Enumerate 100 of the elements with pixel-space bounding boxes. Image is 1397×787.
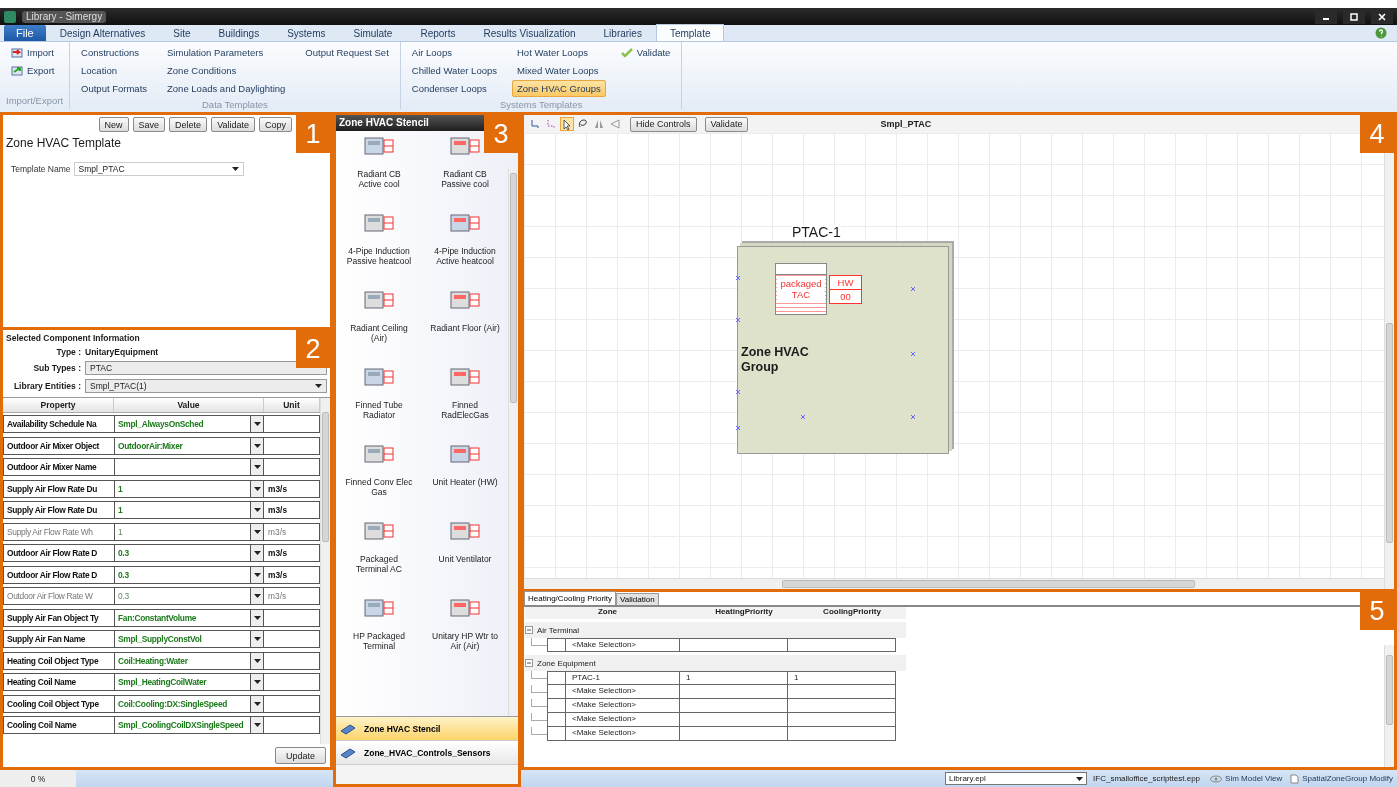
stencil-library-item[interactable]: Zone HVAC Stencil: [336, 717, 518, 741]
sub-types-dropdown[interactable]: PTAC: [85, 361, 327, 375]
value-field[interactable]: [114, 458, 250, 476]
collapse-icon[interactable]: [525, 659, 533, 667]
ribbon-item[interactable]: Import: [6, 44, 60, 61]
stencil-item-label[interactable]: Unitary HP Wtr to Air (Air): [432, 631, 498, 651]
scrollbar-thumb[interactable]: [782, 580, 1195, 588]
value-field[interactable]: Smpl_HeatingCoilWater: [114, 673, 250, 691]
priority-cell[interactable]: [788, 638, 896, 652]
stencil-item-label[interactable]: Unit Ventilator: [438, 554, 492, 564]
ribbon-item[interactable]: Output Request Set: [300, 44, 394, 61]
toolbar-button[interactable]: Delete: [169, 117, 208, 132]
priority-cell[interactable]: [680, 638, 788, 652]
priority-cell[interactable]: 1: [788, 671, 896, 685]
toolbar-button[interactable]: Validate: [704, 116, 749, 132]
help-icon[interactable]: [1375, 27, 1387, 39]
connection-point-icon[interactable]: [735, 425, 741, 431]
toolbar-button[interactable]: New: [98, 117, 129, 132]
stencil-library-item[interactable]: Zone_HVAC_Controls_Sensors: [336, 741, 518, 765]
ribbon-tab[interactable]: Libraries: [589, 24, 656, 41]
zone-cell[interactable]: <Make Selection>: [565, 638, 680, 652]
ribbon-item[interactable]: Simulation Parameters: [162, 44, 291, 61]
priority-cell[interactable]: [680, 713, 788, 727]
dropdown-button[interactable]: [250, 544, 264, 562]
library-entities-dropdown[interactable]: Smpl_PTAC(1): [85, 379, 327, 393]
zone-cell[interactable]: <Make Selection>: [565, 727, 680, 741]
toolbar-button[interactable]: Validate: [211, 117, 255, 132]
dropdown-button[interactable]: [250, 673, 264, 691]
stencil-item-label[interactable]: Radiant CB Passive cool: [441, 169, 489, 189]
ribbon-item[interactable]: Mixed Water Loops: [512, 62, 606, 79]
zone-cell[interactable]: <Make Selection>: [565, 713, 680, 727]
ribbon-tab[interactable]: Systems: [273, 24, 340, 41]
scrollbar[interactable]: [320, 398, 330, 744]
dropdown-button[interactable]: [250, 501, 264, 519]
priority-cell[interactable]: [680, 685, 788, 699]
stencil-item-label[interactable]: Radiant CB Active cool: [357, 169, 401, 189]
panel-tab[interactable]: Heating/Cooling Priority: [524, 591, 617, 605]
value-field[interactable]: Smpl_CoolingCoilDXSingleSpeed: [114, 716, 250, 734]
priority-cell[interactable]: [788, 699, 896, 713]
dropdown-button[interactable]: [250, 458, 264, 476]
connection-point-icon[interactable]: [910, 351, 916, 357]
dropdown-button[interactable]: [250, 630, 264, 648]
ribbon-item[interactable]: Zone Loads and Daylighting: [162, 80, 291, 97]
ribbon-item[interactable]: Condenser Loops: [406, 80, 502, 97]
stencil-item-label[interactable]: Finned Conv Elec Gas: [345, 477, 413, 497]
scrollbar[interactable]: [524, 578, 1384, 589]
close-button[interactable]: [1371, 9, 1393, 24]
value-field[interactable]: Fan:ConstantVolume: [114, 608, 250, 627]
connection-point-icon[interactable]: [735, 317, 741, 323]
toolbar-button[interactable]: Copy: [259, 117, 292, 132]
stencil-item-label[interactable]: Unit Heater (HW): [432, 477, 498, 487]
priority-cell[interactable]: [680, 699, 788, 713]
zone-cell[interactable]: <Make Selection>: [565, 699, 680, 713]
dropdown-button[interactable]: [250, 608, 264, 627]
stencil-item-label[interactable]: Finned RadElecGas: [441, 400, 489, 420]
dropdown-button[interactable]: [250, 694, 264, 713]
value-field[interactable]: 0.3: [114, 544, 250, 562]
connection-point-icon[interactable]: [910, 414, 916, 420]
connection-point-icon[interactable]: [735, 275, 741, 281]
value-field[interactable]: Coil:Heating:Water: [114, 651, 250, 670]
value-field[interactable]: 0.3: [114, 565, 250, 584]
ribbon-item[interactable]: Constructions: [76, 44, 153, 61]
zone-cell[interactable]: PTAC-1: [565, 671, 680, 685]
template-name-dropdown[interactable]: Smpl_PTAC: [73, 162, 244, 176]
panel-tab[interactable]: Validation: [616, 593, 659, 605]
ribbon-tab[interactable]: Design Alternatives: [45, 24, 160, 41]
library-dropdown[interactable]: Library.epl: [945, 772, 1088, 785]
ribbon-tab[interactable]: Template: [655, 24, 725, 41]
priority-cell[interactable]: [788, 727, 896, 741]
minimize-button[interactable]: [1315, 9, 1337, 24]
stencil-item-label[interactable]: Packaged Terminal AC: [356, 554, 402, 574]
priority-cell[interactable]: [788, 685, 896, 699]
ribbon-item[interactable]: Air Loops: [406, 44, 502, 61]
dropdown-button[interactable]: [250, 436, 264, 455]
scrollbar-thumb[interactable]: [510, 173, 517, 403]
connection-point-icon[interactable]: [910, 286, 916, 292]
priority-cell[interactable]: 1: [680, 671, 788, 685]
scrollbar[interactable]: [508, 169, 518, 716]
collapse-icon[interactable]: [525, 626, 533, 634]
tool-button[interactable]: [560, 117, 574, 131]
ribbon-item[interactable]: Chilled Water Loops: [406, 62, 502, 79]
connection-point-icon[interactable]: [800, 414, 806, 420]
scrollbar[interactable]: [1384, 153, 1394, 589]
ribbon-item[interactable]: Hot Water Loops: [512, 44, 606, 61]
toolbar-button[interactable]: Hide Controls: [630, 116, 697, 132]
ribbon-tab[interactable]: Buildings: [204, 24, 274, 41]
priority-cell[interactable]: [680, 727, 788, 741]
ribbon-tab[interactable]: Site: [159, 24, 205, 41]
stencil-item-label[interactable]: Radiant Ceiling (Air): [350, 323, 408, 343]
ribbon-tab[interactable]: Results Visualization: [469, 24, 590, 41]
priority-cell[interactable]: [788, 713, 896, 727]
toolbar-button[interactable]: Save: [132, 117, 166, 132]
stencil-item-label[interactable]: HP Packaged Terminal: [353, 631, 405, 651]
value-field[interactable]: Smpl_SupplyConstVol: [114, 630, 250, 648]
ribbon-item[interactable]: Validate: [615, 44, 676, 61]
stencil-item-label[interactable]: Finned Tube Radiator: [355, 400, 403, 420]
file-tab[interactable]: File: [4, 25, 46, 41]
stencil-item-label[interactable]: 4-Pipe Induction Passive heatcool: [346, 246, 412, 266]
zone-cell[interactable]: <Make Selection>: [565, 685, 680, 699]
connection-point-icon[interactable]: [735, 389, 741, 395]
